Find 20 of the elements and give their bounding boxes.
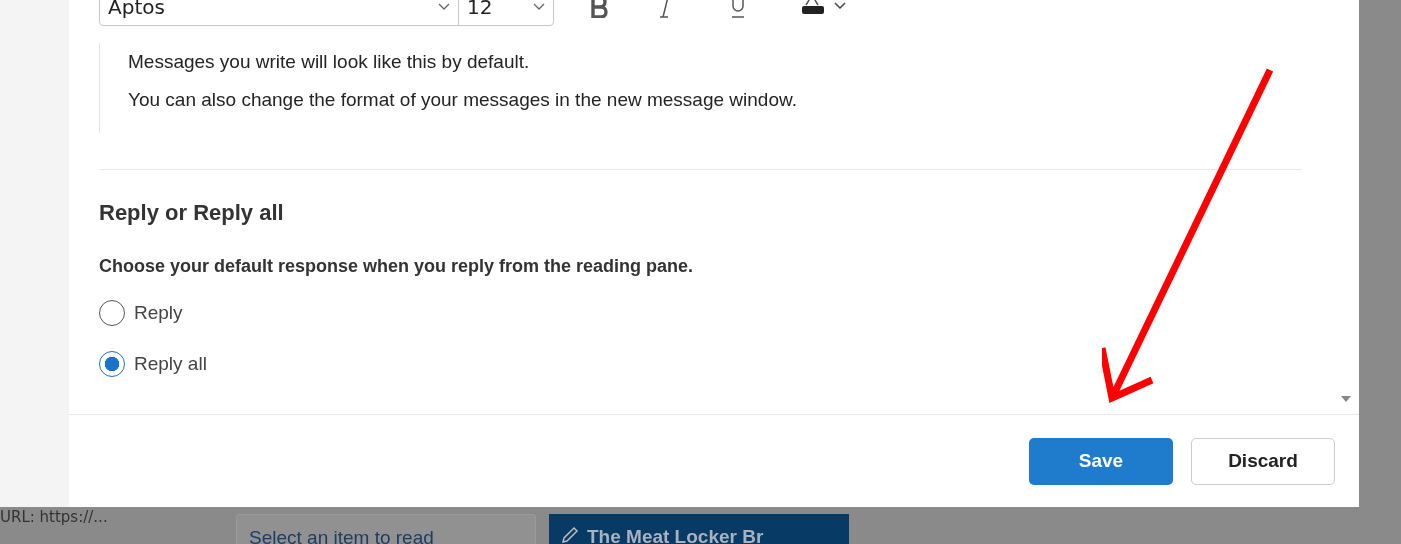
chevron-down-icon (438, 3, 450, 11)
compose-tab[interactable]: The Meat Locker Br (549, 514, 849, 544)
underline-icon[interactable] (730, 0, 746, 18)
radio-button[interactable] (99, 351, 125, 377)
preview-text: You can also change the format of your messages in the new message window. (128, 89, 798, 111)
radio-label: Reply (134, 302, 183, 324)
pencil-icon (561, 526, 579, 544)
discard-button[interactable]: Discard (1191, 437, 1335, 485)
reading-pane-text: Select an item to read (249, 527, 434, 544)
preview-text: Messages you write will look like this by default. (128, 51, 531, 73)
radio-label: Reply all (134, 353, 207, 375)
message-preview: URL: https://... (0, 509, 109, 525)
save-button[interactable]: Save (1029, 437, 1173, 485)
bold-icon[interactable] (590, 0, 608, 18)
compose-tab-title: The Meat Locker Br (587, 526, 764, 544)
section-title: Reply or Reply all (99, 200, 285, 226)
scroll-down-icon[interactable] (1341, 396, 1351, 402)
font-name: Aptos (108, 0, 165, 19)
section-description: Choose your default response when you reply from the reading pane. (99, 256, 695, 277)
chevron-down-icon (533, 3, 545, 11)
